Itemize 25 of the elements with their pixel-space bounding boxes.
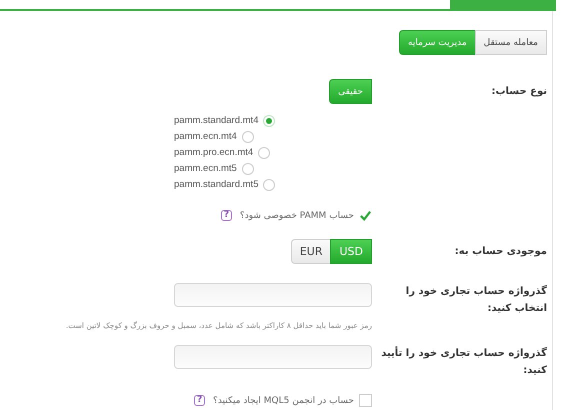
help-icon[interactable]: ? bbox=[220, 210, 232, 221]
segment-button[interactable]: معامله مستقل bbox=[474, 30, 547, 55]
active-tab[interactable] bbox=[450, 0, 556, 9]
checkbox[interactable] bbox=[359, 394, 372, 407]
field-label: گذرواژه حساب تجاری خود را تأیید کنید: bbox=[380, 345, 547, 378]
server-option[interactable]: pamm.standard.mt4 bbox=[174, 115, 258, 126]
confirm-password-field[interactable] bbox=[174, 345, 372, 369]
radio-button[interactable] bbox=[242, 130, 254, 142]
server-option[interactable]: pamm.standard.mt5 bbox=[174, 179, 258, 190]
field-label: موجودی حساب به: bbox=[454, 245, 547, 259]
server-option[interactable]: pamm.ecn.mt5 bbox=[174, 163, 237, 174]
server-option[interactable]: pamm.pro.ecn.mt4 bbox=[174, 147, 254, 158]
server-option[interactable]: pamm.ecn.mt4 bbox=[174, 131, 237, 142]
radio-button[interactable] bbox=[242, 162, 254, 174]
checkbox-label: حساب در انجمن MQL5 ایجاد میکنید؟ bbox=[213, 396, 354, 406]
checkbox-label: حساب PAMM خصوصی شود؟ bbox=[240, 210, 354, 220]
radio-button[interactable] bbox=[263, 178, 276, 190]
password-field[interactable] bbox=[174, 283, 372, 307]
segment-button[interactable]: EUR bbox=[290, 239, 330, 264]
help-icon[interactable]: ? bbox=[194, 395, 206, 406]
checkbox[interactable] bbox=[359, 209, 372, 222]
field-label: نوع حساب: bbox=[490, 85, 547, 99]
field-label: گذرواژه حساب تجاری خود را انتخاب کنید: bbox=[404, 284, 547, 316]
radio-button[interactable] bbox=[263, 114, 276, 126]
radio-button[interactable] bbox=[258, 146, 270, 158]
